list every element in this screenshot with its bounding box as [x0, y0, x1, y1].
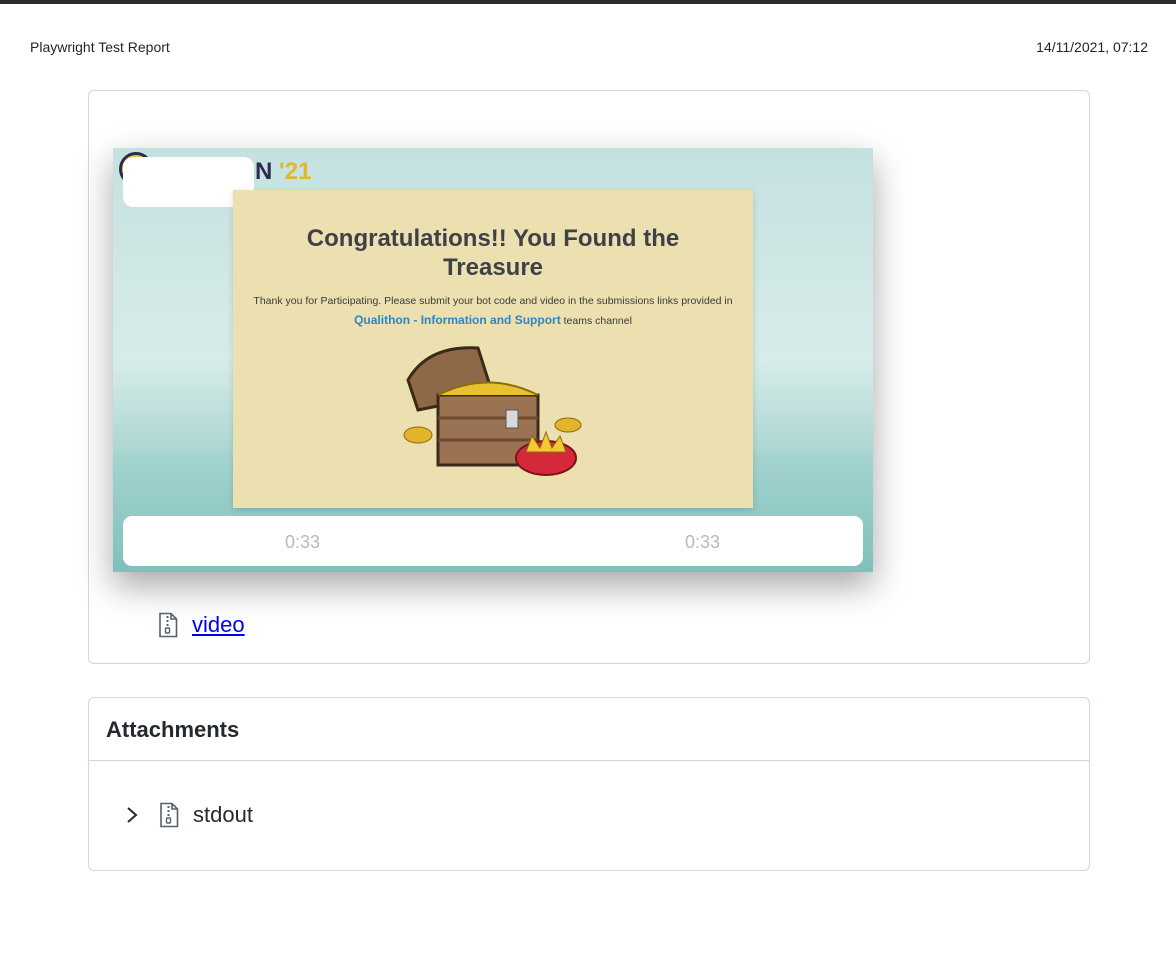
card-title: Congratulations!! You Found the Treasure — [306, 225, 680, 281]
video-controls[interactable]: 0:33 0:33 — [123, 516, 863, 566]
zip-file-icon — [159, 612, 178, 638]
congrats-card: Congratulations!! You Found the Treasure… — [233, 190, 753, 508]
video-link[interactable]: video — [192, 612, 245, 638]
report-date: 14/11/2021, 07:12 — [1036, 39, 1148, 55]
current-time: 0:33 — [285, 532, 321, 552]
brand-text: N '21 — [255, 158, 312, 185]
card-link: Qualithon - Information and Support — [354, 313, 561, 327]
treasure-chest-icon — [403, 346, 582, 476]
video-player[interactable]: N '21 Congratulations!! You Found the Tr… — [113, 148, 873, 572]
attachment-label[interactable]: stdout — [193, 802, 253, 828]
report-title: Playwright Test Report — [30, 39, 170, 55]
zip-file-icon — [160, 802, 179, 828]
attachment-item-stdout[interactable]: stdout — [125, 802, 253, 828]
attachments-heading: Attachments — [89, 698, 1089, 761]
video-link-row: video — [158, 612, 245, 638]
total-time: 0:33 — [685, 532, 721, 552]
card-text: Thank you for Participating. Please subm… — [253, 295, 733, 327]
chevron-right-icon[interactable] — [125, 806, 139, 824]
top-bar — [0, 0, 1176, 4]
attachments-section: Attachments stdout — [88, 697, 1090, 871]
